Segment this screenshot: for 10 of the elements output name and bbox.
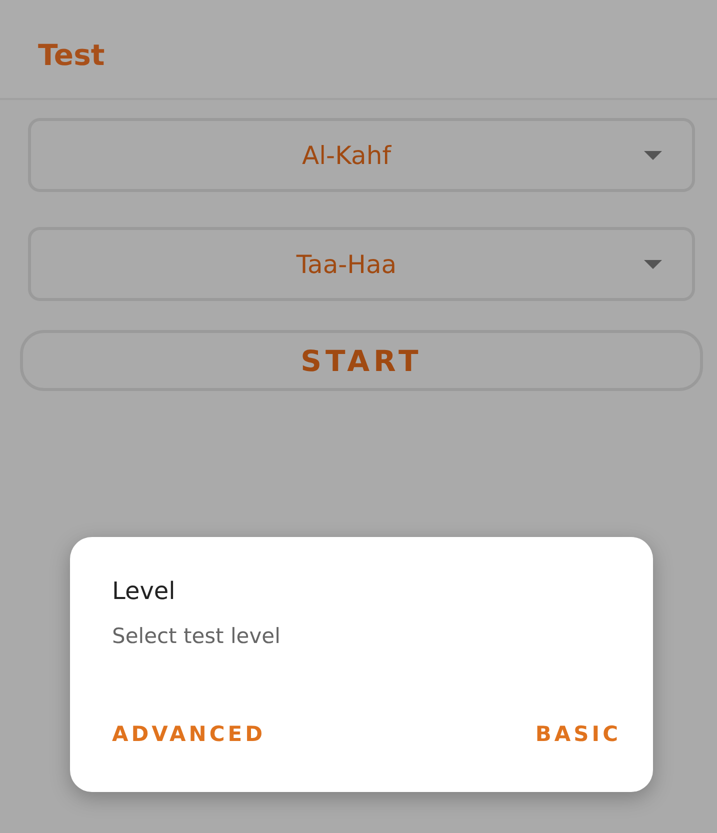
start-button[interactable]: START [20,330,703,391]
dropdown[interactable]: Taa-Haa [28,227,695,301]
caret-icon [644,260,662,269]
dialog-title: Level [112,577,176,605]
dialog-button[interactable]: ADVANCED [108,718,270,750]
dialog-message: Select test level [112,624,282,648]
app-title: Test [38,38,105,72]
dialog-button[interactable]: BASIC [531,718,625,750]
dropdown[interactable]: Al-Kahf [28,118,695,192]
caret-icon [644,151,662,160]
